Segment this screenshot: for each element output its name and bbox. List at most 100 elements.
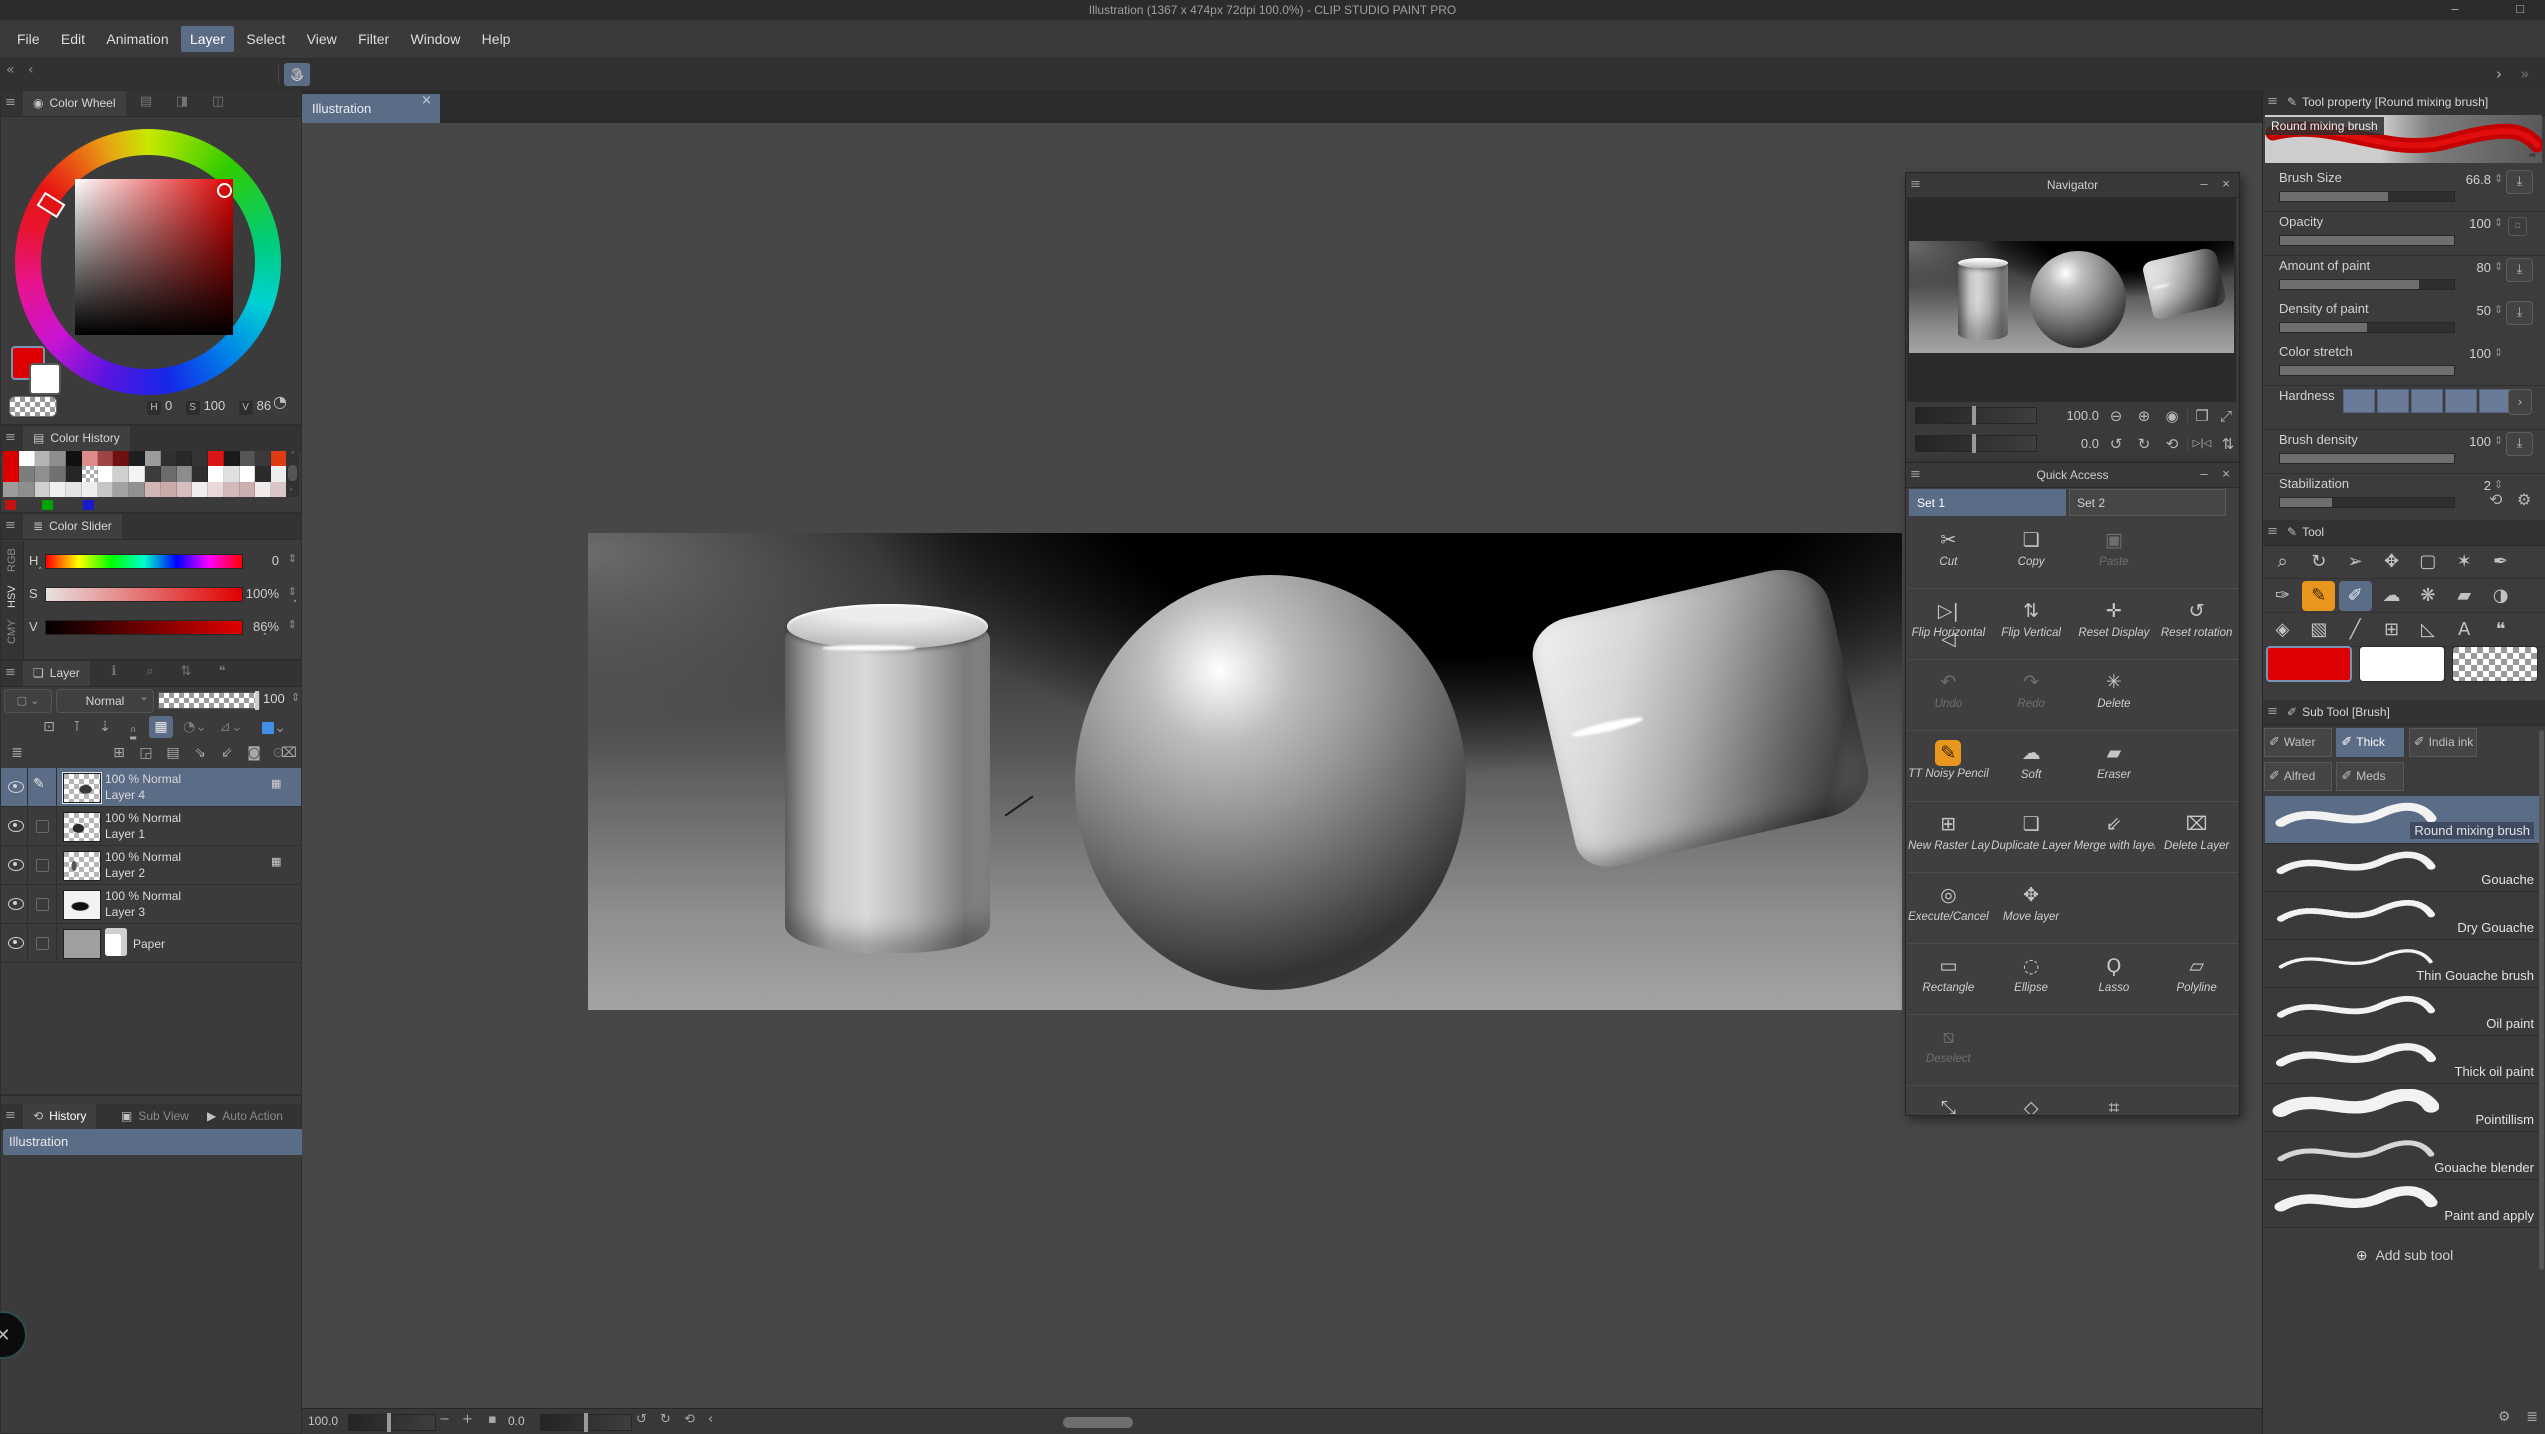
merge-to-layer-below-icon[interactable]: ⇙ — [215, 742, 239, 764]
lock-icon[interactable]: ∩▬ — [2528, 141, 2536, 159]
clip-to-layer-below-icon[interactable]: ⊡ — [37, 716, 61, 738]
zoom-in-icon[interactable]: + — [462, 1413, 473, 1426]
maximize-window-icon[interactable]: □ — [2505, 0, 2535, 20]
quick-access-button[interactable]: ☁ Soft — [1990, 731, 2073, 801]
quick-access-button[interactable]: ▭ Rectangle — [1907, 944, 1990, 1014]
color-swatch[interactable] — [240, 466, 256, 481]
sub-tool-group-tab[interactable]: ✐Water — [2264, 728, 2332, 757]
color-swatch[interactable] — [3, 466, 19, 481]
color-swatch[interactable] — [224, 466, 240, 481]
selection-tool-icon[interactable]: ▢ — [2411, 547, 2444, 577]
select-layer-checkbox[interactable] — [36, 859, 49, 872]
tab-approx-color-icon[interactable]: ◫ — [205, 95, 231, 113]
layer-visibility-eye-icon[interactable] — [8, 781, 24, 793]
layer-opacity-slider[interactable] — [158, 692, 260, 709]
ruler-icon[interactable]: ⊿⌄ — [219, 716, 243, 738]
color-swatch[interactable] — [208, 482, 224, 497]
quick-access-button[interactable]: ◌ Ellipse — [1990, 944, 2073, 1014]
hardness-more-icon[interactable]: › — [2508, 389, 2532, 415]
layer-color-icon[interactable]: ⌄ — [255, 716, 293, 738]
tab-history[interactable]: ⟲History — [23, 1104, 96, 1129]
layer-row[interactable]: 100 % Normal Layer 1 ▦ — [1, 807, 301, 846]
quick-access-button[interactable]: ▰ Eraser — [2073, 731, 2156, 801]
panel-menu-icon[interactable]: ≡ — [2267, 525, 2278, 538]
slider-spinner-icon[interactable]: ⇕ — [288, 586, 297, 597]
rotate-canvas-tool-icon[interactable]: ↻ — [2302, 547, 2335, 577]
color-swatch[interactable] — [113, 451, 129, 466]
fit-to-screen-icon[interactable]: ▪ — [488, 1413, 497, 1426]
new-folder-icon[interactable]: ▤ — [161, 742, 185, 764]
tab-color-slider[interactable]: ≣Color Slider — [23, 514, 122, 539]
layer-visibility-eye-icon[interactable] — [8, 859, 24, 871]
slider-spinner-icon[interactable]: ⇕ — [288, 619, 297, 630]
tab-set-1[interactable]: Set 1 — [1909, 489, 2066, 516]
close-window-icon[interactable]: × — [2533, 0, 2545, 20]
quick-access-button[interactable]: ✥ Move layer — [1990, 873, 2073, 943]
canvas-tab[interactable]: Illustration × — [302, 94, 440, 123]
quick-access-button[interactable]: ↶ Undo — [1907, 660, 1990, 730]
quick-access-button[interactable]: ⊞ New Raster Layer — [1907, 802, 1990, 872]
menu-item[interactable]: Layer — [181, 26, 234, 52]
color-swatch[interactable] — [66, 451, 82, 466]
quick-access-button[interactable]: ▷|◁ Flip Horizontal — [1907, 589, 1990, 659]
enable-mask-icon[interactable]: ◔⌄ — [183, 716, 207, 738]
sub-tool-item[interactable]: Gouache — [2265, 844, 2542, 892]
pencil-tool-icon[interactable]: ✎ — [2302, 581, 2335, 611]
source-setting-icon[interactable]: ⤓ — [2506, 301, 2533, 325]
tab-color-history[interactable]: ▤Color History — [23, 426, 130, 451]
color-swatch[interactable] — [50, 451, 66, 466]
airbrush-tool-icon[interactable]: ☁ — [2375, 581, 2408, 611]
color-swatch[interactable] — [82, 482, 98, 497]
layer-row[interactable]: 100 % Normal Layer 3 ▦ — [1, 885, 301, 924]
color-swatch[interactable] — [208, 466, 224, 481]
rotate-right-icon[interactable]: ↻ — [2133, 433, 2155, 455]
color-swatch[interactable] — [129, 451, 145, 466]
panel-menu-icon[interactable]: ≡ — [5, 1109, 16, 1122]
sub-color-swatch[interactable] — [29, 363, 61, 395]
wheel-mode-icon[interactable]: ◔ — [273, 394, 287, 410]
panel-menu-icon[interactable]: ≡ — [2267, 705, 2278, 718]
quick-access-button[interactable]: ✳ Delete — [2073, 660, 2156, 730]
quick-access-button[interactable]: ⇅ Flip Vertical — [1990, 589, 2073, 659]
quick-access-button[interactable]: ↺ Reset rotation — [2155, 589, 2238, 659]
sub-tool-group-tab[interactable]: ✐Meds — [2336, 762, 2404, 791]
navigator-thumbnail[interactable] — [1907, 197, 2236, 401]
color-swatch[interactable] — [98, 466, 114, 481]
quick-access-button[interactable]: ❏ Duplicate Layer — [1990, 802, 2073, 872]
color-swatch[interactable] — [82, 451, 98, 466]
source-setting-icon[interactable]: ⤓ — [2506, 170, 2533, 194]
no-adjust-icon[interactable]: ▫ — [2508, 217, 2527, 236]
layer-visibility-eye-icon[interactable] — [8, 898, 24, 910]
color-swatch[interactable] — [255, 451, 271, 466]
color-swatch[interactable] — [192, 451, 208, 466]
history-entry[interactable]: Illustration — [3, 1129, 305, 1155]
frame-border-tool-icon[interactable]: ⊞ — [2375, 615, 2408, 645]
layer-thumbnail[interactable] — [63, 890, 101, 920]
dock-scrollbar[interactable] — [2539, 730, 2544, 1270]
tab-sub-view[interactable]: ▣Sub View — [111, 1104, 199, 1129]
tab-tool-property[interactable]: ✎Tool property [Round mixing brush] — [2287, 90, 2488, 115]
color-swatch[interactable] — [145, 482, 161, 497]
tab-color-mixing-icon[interactable]: ◨ — [169, 95, 195, 113]
panel-menu-icon[interactable]: ≡ — [1910, 178, 1921, 191]
tab-layer-info-icon[interactable]: ℹ — [101, 665, 127, 683]
minimize-panel-icon[interactable]: – — [2193, 173, 2215, 197]
menu-item[interactable]: Edit — [52, 26, 94, 52]
layer-row[interactable]: 100 % Normal Layer 2 ▦ — [1, 846, 301, 885]
slider-track[interactable] — [45, 620, 243, 635]
color-swatch[interactable] — [66, 482, 82, 497]
color-swatch[interactable] — [177, 466, 193, 481]
eraser-tool-icon[interactable]: ▰ — [2448, 581, 2481, 611]
menu-item[interactable]: File — [8, 26, 49, 52]
color-swatch[interactable] — [240, 451, 256, 466]
eyedropper-tool-icon[interactable]: ✒ — [2484, 547, 2517, 577]
panel-menu-icon[interactable]: ≡ — [5, 96, 16, 109]
sub-tool-detail-icon[interactable]: ⚙ — [2517, 492, 2531, 508]
color-swatch[interactable] — [255, 482, 271, 497]
property-slider[interactable] — [2279, 453, 2455, 464]
hardness-segments[interactable] — [2343, 389, 2513, 416]
move-tool-icon[interactable]: ✥ — [2375, 547, 2408, 577]
panel-menu-icon[interactable]: ≡ — [1910, 468, 1921, 481]
color-swatch[interactable] — [113, 466, 129, 481]
more-tools-icon[interactable]: › — [2486, 63, 2512, 86]
